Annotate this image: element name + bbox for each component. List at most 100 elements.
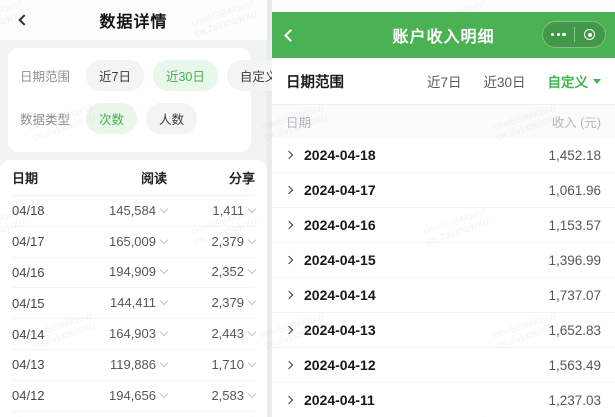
filter-row-date-range: 日期范围 近7日 近30日 自定义 bbox=[20, 60, 291, 91]
row-amount: 1,563.49 bbox=[548, 357, 601, 373]
table-row: 04/13 119,886 1,710 bbox=[12, 350, 257, 381]
read-value-dropdown[interactable]: 165,009 bbox=[109, 234, 169, 249]
row-date: 2024-04-18 bbox=[304, 147, 376, 163]
pill-count[interactable]: 次数 bbox=[86, 103, 138, 134]
filter-card: 日期范围 近7日 近30日 自定义 数据类型 次数 人数 bbox=[8, 48, 291, 152]
share-value-dropdown[interactable]: 2,379 bbox=[211, 234, 257, 249]
row-amount: 1,652.83 bbox=[548, 322, 601, 338]
stats-table-header: 日期 阅读 分享 bbox=[12, 160, 255, 196]
read-value-dropdown[interactable]: 194,909 bbox=[109, 264, 169, 279]
chevron-right-icon bbox=[284, 395, 294, 405]
pill-last7days[interactable]: 近7日 bbox=[86, 60, 144, 91]
status-bar bbox=[272, 0, 615, 12]
row-date: 2024-04-16 bbox=[304, 217, 376, 233]
page-title: 数据详情 bbox=[99, 14, 168, 31]
read-value-dropdown[interactable]: 194,656 bbox=[109, 388, 169, 403]
row-amount: 1,153.57 bbox=[548, 217, 601, 233]
column-income: 收入 (元) bbox=[551, 116, 601, 130]
chevron-right-icon bbox=[284, 150, 294, 160]
table-row: 04/14 164,903 2,443 bbox=[12, 319, 257, 350]
column-date: 日期 bbox=[12, 171, 39, 186]
chevron-down-icon bbox=[159, 297, 169, 306]
row-date: 2024-04-13 bbox=[304, 322, 376, 338]
income-table-body: 2024-04-18 1,452.18 2024-04-17 1,061.96 2024… bbox=[272, 138, 615, 417]
read-value-dropdown[interactable]: 164,903 bbox=[109, 326, 169, 341]
pill-people[interactable]: 人数 bbox=[146, 103, 198, 134]
column-read: 阅读 bbox=[140, 171, 167, 186]
row-amount: 1,237.03 bbox=[548, 392, 601, 408]
chevron-down-icon bbox=[159, 327, 169, 337]
stats-table-body: 04/18 145,584 1,411 04/17 165,009 2,379 04/16 1… bbox=[12, 196, 257, 417]
pill-last30days[interactable]: 近30日 bbox=[152, 60, 218, 91]
filter-label: 日期范围 bbox=[20, 70, 71, 84]
miniprogram-capsule bbox=[542, 21, 606, 48]
row-date: 04/14 bbox=[12, 326, 45, 342]
income-row[interactable]: 2024-04-12 1,563.49 bbox=[272, 348, 615, 383]
chevron-down-icon bbox=[247, 327, 257, 337]
share-value-dropdown[interactable]: 1,411 bbox=[212, 203, 257, 218]
read-value-dropdown[interactable]: 144,411 bbox=[110, 295, 169, 310]
chevron-down-icon bbox=[247, 297, 257, 306]
share-value-dropdown[interactable]: 2,443 bbox=[211, 326, 257, 341]
data-detail-screen: 数据详情 日期范围 近7日 近30日 自定义 数据类型 次数 人数 日期 阅读 … bbox=[0, 0, 291, 417]
chevron-down-icon bbox=[247, 235, 257, 244]
share-value-dropdown[interactable]: 2,352 bbox=[211, 264, 257, 279]
income-row[interactable]: 2024-04-16 1,153.57 bbox=[272, 208, 615, 243]
row-date: 04/12 bbox=[12, 388, 45, 404]
chevron-down-icon bbox=[159, 204, 169, 214]
back-icon[interactable] bbox=[280, 12, 301, 58]
chevron-right-icon bbox=[284, 360, 294, 370]
filter-row-data-type: 数据类型 次数 人数 bbox=[20, 103, 239, 134]
share-value-dropdown[interactable]: 1,710 bbox=[211, 357, 257, 372]
chevron-right-icon bbox=[284, 220, 294, 230]
read-value-dropdown[interactable]: 119,886 bbox=[110, 357, 169, 372]
close-target-icon[interactable] bbox=[575, 22, 606, 47]
income-row[interactable]: 2024-04-14 1,737.07 bbox=[272, 278, 615, 313]
option-last30days[interactable]: 近30日 bbox=[483, 71, 525, 91]
option-last7days[interactable]: 近7日 bbox=[427, 71, 462, 91]
row-date: 04/17 bbox=[12, 234, 45, 250]
chevron-down-icon bbox=[247, 266, 257, 275]
income-row[interactable]: 2024-04-17 1,061.96 bbox=[272, 173, 615, 208]
chevron-right-icon bbox=[284, 185, 294, 195]
table-row: 04/12 194,656 2,583 bbox=[12, 381, 257, 412]
table-row: 04/15 144,411 2,379 bbox=[12, 288, 257, 320]
chevron-down-icon bbox=[159, 389, 169, 398]
table-row: 04/16 194,909 2,352 bbox=[12, 258, 257, 289]
read-value-dropdown[interactable]: 145,584 bbox=[109, 203, 169, 218]
row-date: 2024-04-12 bbox=[304, 357, 376, 373]
chevron-right-icon bbox=[284, 325, 294, 335]
row-date: 04/13 bbox=[12, 357, 45, 373]
more-icon[interactable] bbox=[543, 22, 574, 47]
share-value-dropdown[interactable]: 2,583 bbox=[211, 388, 257, 403]
chevron-down-icon bbox=[159, 266, 169, 275]
row-amount: 1,452.18 bbox=[548, 147, 601, 163]
chevron-down-icon bbox=[593, 78, 601, 84]
share-value-dropdown[interactable]: 2,379 bbox=[211, 295, 257, 310]
row-amount: 1,061.96 bbox=[548, 182, 601, 198]
chevron-down-icon bbox=[159, 235, 169, 244]
option-custom-label: 自定义 bbox=[547, 75, 589, 90]
date-range-label: 日期范围 bbox=[286, 74, 344, 91]
option-custom[interactable]: 自定义 bbox=[547, 71, 601, 91]
back-icon[interactable] bbox=[14, 0, 34, 40]
income-row[interactable]: 2024-04-15 1,396.99 bbox=[272, 243, 615, 278]
table-row: 04/17 165,009 2,379 bbox=[12, 227, 257, 258]
chevron-down-icon bbox=[247, 204, 257, 214]
income-row[interactable]: 2024-04-18 1,452.18 bbox=[272, 138, 615, 173]
row-date: 2024-04-17 bbox=[304, 182, 376, 198]
chevron-down-icon bbox=[159, 358, 169, 368]
table-row: 04/18 145,584 1,411 bbox=[12, 196, 257, 227]
row-amount: 1,396.99 bbox=[548, 252, 601, 268]
row-date: 2024-04-15 bbox=[304, 252, 376, 268]
screenshot-root: 数据详情 日期范围 近7日 近30日 自定义 数据类型 次数 人数 日期 阅读 … bbox=[0, 0, 615, 417]
chevron-right-icon bbox=[284, 255, 294, 265]
row-date: 04/16 bbox=[12, 264, 45, 280]
column-date: 日期 bbox=[286, 116, 312, 130]
income-row[interactable]: 2024-04-13 1,652.83 bbox=[272, 313, 615, 348]
stats-table: 日期 阅读 分享 04/18 145,584 1,411 04/17 165,009 2,… bbox=[0, 160, 267, 417]
table-row: 04/11165,1892,623 bbox=[12, 412, 255, 417]
date-range-row: 日期范围 近7日 近30日 自定义 bbox=[272, 58, 615, 105]
income-row[interactable]: 2024-04-11 1,237.03 bbox=[272, 383, 615, 417]
column-share: 分享 bbox=[228, 171, 255, 186]
